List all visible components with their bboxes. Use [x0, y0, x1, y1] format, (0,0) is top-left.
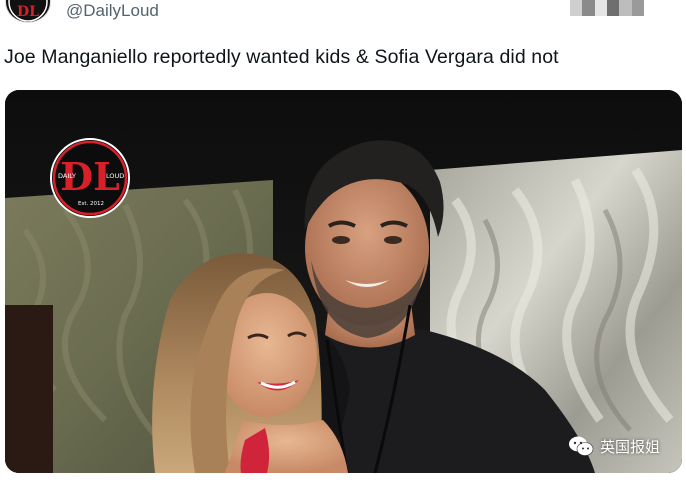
tweet-text: Joe Manganiello reportedly wanted kids &…: [4, 46, 559, 68]
watermark-text: 英国报姐: [599, 437, 660, 456]
user-handle[interactable]: @DailyLoud: [66, 0, 159, 22]
wechat-icon: [568, 436, 594, 456]
avatar[interactable]: DL: [6, 0, 50, 22]
logo-est: Est. 2012: [78, 201, 104, 207]
logo-right-word: LOUD: [106, 172, 125, 180]
blurred-region: [570, 0, 644, 16]
tweet-media-image[interactable]: DL DAILY LOUD Est. 2012 英国报姐: [5, 90, 682, 473]
source-watermark: 英国报姐: [568, 435, 660, 457]
daily-loud-logo: DL DAILY LOUD Est. 2012: [48, 138, 132, 218]
daily-loud-avatar-icon: DL: [8, 0, 48, 22]
logo-left-word: DAILY: [58, 172, 76, 180]
svg-text:DL: DL: [17, 4, 39, 20]
